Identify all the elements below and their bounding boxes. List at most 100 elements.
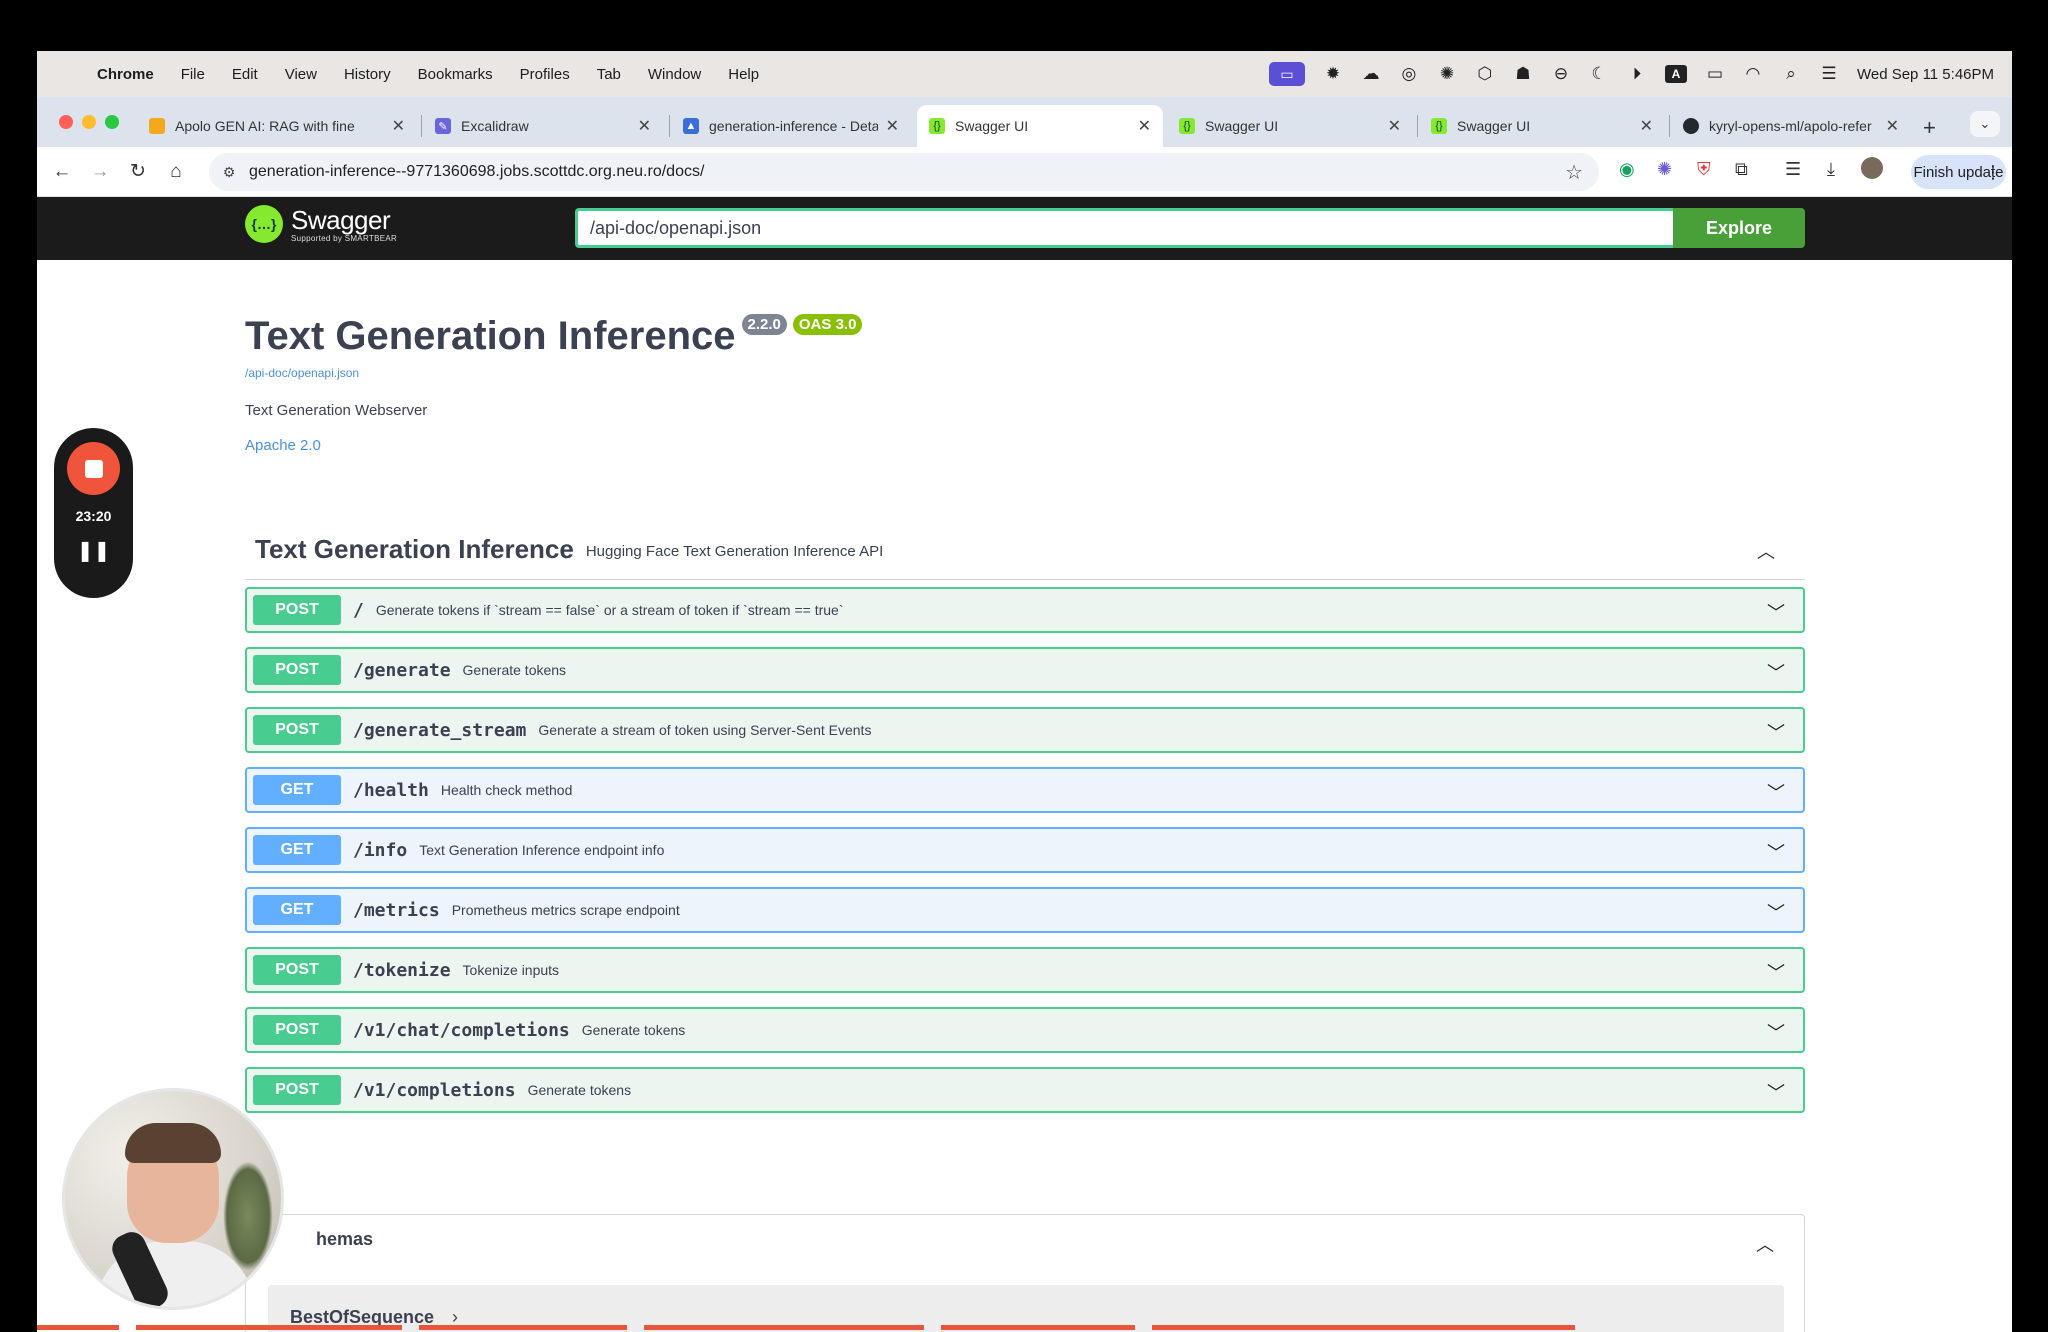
chevron-down-icon[interactable]: ﹀	[1767, 779, 1785, 805]
chevron-down-icon[interactable]: ﹀	[1767, 599, 1785, 625]
chevron-up-icon[interactable]: ︿	[1756, 1231, 1774, 1257]
chevron-up-icon[interactable]: ︿	[1757, 538, 1775, 564]
operation-post-chat-completions[interactable]: POST /v1/chat/completions Generate token…	[245, 1007, 1805, 1053]
operation-post-completions[interactable]: POST /v1/completions Generate tokens ﹀	[245, 1067, 1805, 1113]
input-source-icon[interactable]: A	[1664, 65, 1687, 83]
menu-chrome[interactable]: Chrome	[97, 66, 154, 83]
info-title-row: Text Generation Inference 2.2.0 OAS 3.0	[245, 314, 863, 359]
chevron-down-icon[interactable]: ﹀	[1767, 959, 1785, 985]
forward-icon[interactable]: →	[81, 161, 119, 183]
close-tab-icon[interactable]: ✕	[1138, 116, 1151, 136]
reload-icon[interactable]: ↻	[119, 160, 157, 183]
tab-github[interactable]: kyryl-opens-ml/apolo-refer ✕	[1671, 105, 1911, 147]
url-text[interactable]: generation-inference--9771360698.jobs.sc…	[249, 163, 704, 181]
cloud-icon[interactable]: ☁	[1361, 64, 1381, 84]
control-center-icon[interactable]: ☰	[1819, 64, 1839, 84]
swagger-wordmark: Swagger Supported by SMARTBEAR	[291, 206, 397, 243]
search-icon[interactable]: ⌕	[1781, 64, 1801, 84]
operation-get-info[interactable]: GET /info Text Generation Inference endp…	[245, 827, 1805, 873]
more-options-icon[interactable]: ⋮	[1984, 162, 2002, 183]
operation-post-generate-stream[interactable]: POST /generate_stream Generate a stream …	[245, 707, 1805, 753]
menu-edit[interactable]: Edit	[232, 66, 258, 83]
operation-post-root[interactable]: POST / Generate tokens if `stream == fal…	[245, 587, 1805, 633]
openai-extension-icon[interactable]: ✺	[1657, 159, 1672, 180]
operation-get-metrics[interactable]: GET /metrics Prometheus metrics scrape e…	[245, 887, 1805, 933]
explore-button[interactable]: Explore	[1673, 208, 1805, 248]
close-tab-icon[interactable]: ✕	[392, 116, 405, 136]
operation-post-generate[interactable]: POST /generate Generate tokens ﹀	[245, 647, 1805, 693]
menu-view[interactable]: View	[285, 66, 317, 83]
tab-excalidraw[interactable]: ✎ Excalidraw ✕	[423, 105, 663, 147]
finish-update-button[interactable]: Finish update ⋮	[1911, 155, 2006, 189]
close-window-button[interactable]	[59, 115, 73, 129]
chevron-down-icon[interactable]: ﹀	[1767, 1019, 1785, 1045]
menu-tab[interactable]: Tab	[597, 66, 621, 83]
swagger-logo[interactable]: {…} Swagger Supported by SMARTBEAR	[245, 205, 397, 243]
extensions-puzzle-icon[interactable]: ⧉	[1735, 159, 1748, 180]
operation-get-health[interactable]: GET /health Health check method ﹀	[245, 767, 1805, 813]
progress-segment	[37, 1325, 119, 1330]
back-icon[interactable]: ←	[43, 161, 81, 183]
bookmark-star-icon[interactable]: ☆	[1565, 160, 1583, 185]
download-icon[interactable]: ⤓	[1827, 159, 1835, 180]
grammarly-extension-icon[interactable]: ◉	[1619, 159, 1635, 180]
address-bar[interactable]: ⚙ generation-inference--9771360698.jobs.…	[209, 153, 1599, 191]
close-tab-icon[interactable]: ✕	[886, 116, 899, 136]
chevron-down-icon[interactable]: ﹀	[1767, 1079, 1785, 1105]
tab-search-icon[interactable]: ⌄	[1970, 111, 2000, 137]
close-tab-icon[interactable]: ✕	[1388, 116, 1401, 136]
battery-icon[interactable]: ▭	[1705, 64, 1725, 84]
menu-file[interactable]: File	[181, 66, 205, 83]
tab-label: Apolo GEN AI: RAG with fine	[175, 118, 355, 134]
openai-icon[interactable]: ✺	[1437, 64, 1457, 84]
chevron-down-icon[interactable]: ﹀	[1767, 719, 1785, 745]
tag-section-header[interactable]: Text Generation Inference Hugging Face T…	[245, 520, 1805, 580]
package-icon[interactable]: ⬡	[1475, 64, 1495, 84]
close-tab-icon[interactable]: ✕	[638, 116, 651, 136]
tab-swagger-active[interactable]: {} Swagger UI ✕	[917, 105, 1163, 147]
cat-icon[interactable]: ☗	[1513, 64, 1533, 84]
site-info-icon[interactable]: ⚙	[209, 164, 249, 181]
chevron-down-icon[interactable]: ﹀	[1767, 899, 1785, 925]
method-badge: POST	[253, 1015, 341, 1045]
tab-generation-inference[interactable]: ▲ generation-inference - Deta ✕	[671, 105, 911, 147]
tab-swagger-3[interactable]: {} Swagger UI ✕	[1419, 105, 1665, 147]
tab-swagger-2[interactable]: {} Swagger UI ✕	[1167, 105, 1413, 147]
operation-post-tokenize[interactable]: POST /tokenize Tokenize inputs ﹀	[245, 947, 1805, 993]
operation-path: /generate	[353, 659, 451, 681]
spec-url-input[interactable]: /api-doc/openapi.json	[575, 208, 1673, 248]
close-tab-icon[interactable]: ✕	[1640, 116, 1653, 136]
pause-icon[interactable]: ❚❚	[54, 538, 133, 563]
menu-bookmarks[interactable]: Bookmarks	[418, 66, 493, 83]
menu-window[interactable]: Window	[648, 66, 701, 83]
brightness-icon[interactable]: ✹	[1323, 64, 1343, 84]
webcam-plant	[223, 1161, 273, 1271]
minimize-window-button[interactable]	[82, 115, 96, 129]
media-controls-icon[interactable]: ☰	[1785, 159, 1801, 180]
menu-profiles[interactable]: Profiles	[520, 66, 570, 83]
screen-record-icon[interactable]: ▭	[1268, 62, 1305, 86]
play-circle-icon[interactable]: ⏵	[1627, 64, 1647, 84]
home-icon[interactable]: ⌂	[157, 161, 195, 183]
schemas-title[interactable]: hemas	[316, 1229, 373, 1250]
wifi-icon[interactable]: ◠	[1743, 64, 1763, 84]
menubar-clock[interactable]: Wed Sep 11 5:46PM	[1857, 66, 1994, 83]
zoom-window-button[interactable]	[105, 115, 119, 129]
operation-summary: Text Generation Inference endpoint info	[419, 842, 665, 858]
chevron-down-icon[interactable]: ﹀	[1767, 839, 1785, 865]
license-link[interactable]: Apache 2.0	[245, 437, 321, 454]
close-tab-icon[interactable]: ✕	[1886, 116, 1899, 136]
new-tab-icon[interactable]: +	[1923, 115, 1936, 141]
dash-circle-icon[interactable]: ⊖	[1551, 64, 1571, 84]
grammarly-icon[interactable]: ◎	[1399, 64, 1419, 84]
chevron-down-icon[interactable]: ﹀	[1767, 659, 1785, 685]
tab-apolo[interactable]: Apolo GEN AI: RAG with fine ✕	[137, 105, 417, 147]
swagger-favicon-icon: {}	[1431, 118, 1447, 134]
shield-extension-icon[interactable]: ⛨	[1697, 159, 1711, 180]
profile-avatar[interactable]	[1861, 157, 1883, 179]
menu-help[interactable]: Help	[728, 66, 759, 83]
spec-link[interactable]: /api-doc/openapi.json	[245, 366, 359, 380]
moon-icon[interactable]: ☾	[1589, 64, 1609, 84]
menu-history[interactable]: History	[344, 66, 391, 83]
stop-recording-button[interactable]	[67, 442, 120, 495]
